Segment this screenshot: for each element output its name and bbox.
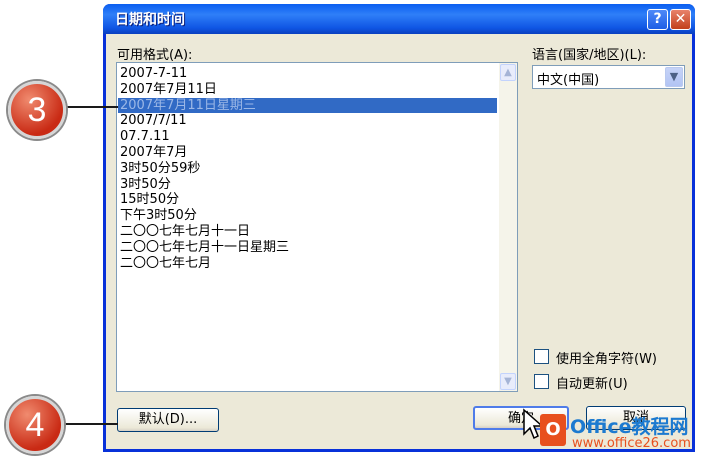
step-4-marker: 4 [6,396,64,454]
formats-listbox[interactable]: 2007-7-11 2007年7月11日 2007年7月11日星期三 2007/7/1… [116,62,518,392]
format-item[interactable]: 2007年7月11日 [118,82,497,98]
watermark-url: www.office26.com [572,436,691,451]
watermark-name: Office教程网 [570,416,689,438]
dialog-title: 日期和时间 [115,12,185,28]
format-item[interactable]: 3时50分59秒 [118,161,497,177]
format-item[interactable]: 2007-7-11 [118,66,497,82]
format-item[interactable]: 2007/7/11 [118,113,497,129]
help-button[interactable]: ? [647,9,668,30]
office-logo-icon: O [540,414,566,446]
formats-list: 2007-7-11 2007年7月11日 2007年7月11日星期三 2007/7/1… [118,66,497,271]
format-item[interactable]: 15时50分 [118,192,497,208]
formats-scrollbar[interactable]: ▲ ▼ [499,63,517,391]
language-label: 语言(国家/地区)(L): [532,48,647,63]
close-button[interactable]: ✕ [670,9,691,30]
chevron-down-icon[interactable]: ▼ [665,67,683,87]
default-button[interactable]: 默认(D)... [117,408,219,432]
formats-label: 可用格式(A): [117,48,193,63]
format-item[interactable]: 3时50分 [118,177,497,193]
format-item[interactable]: 2007年7月 [118,145,497,161]
scroll-down-icon[interactable]: ▼ [500,373,516,390]
autoupdate-checkbox-box[interactable] [534,374,549,389]
format-item[interactable]: 二〇〇七年七月 [118,256,497,272]
format-item[interactable]: 二〇〇七年七月十一日 [118,224,497,240]
language-value: 中文(中国) [537,73,600,88]
marker-3-pointer-line [66,106,118,108]
fullwidth-checkbox-label: 使用全角字符(W) [556,352,657,367]
format-item[interactable]: 二〇〇七年七月十一日星期三 [118,240,497,256]
format-item[interactable]: 2007年7月11日星期三 [118,97,497,114]
marker-4-pointer-line [64,423,118,425]
language-select[interactable]: 中文(中国) ▼ [532,65,685,89]
format-item[interactable]: 下午3时50分 [118,208,497,224]
autoupdate-checkbox-label: 自动更新(U) [556,377,628,392]
step-3-marker: 3 [8,81,66,139]
format-item[interactable]: 07.7.11 [118,129,497,145]
title-bar: 日期和时间 ? ✕ [103,4,695,34]
fullwidth-checkbox-box[interactable] [534,349,549,364]
watermark: O Office教程网 www.office26.com [540,408,700,454]
date-time-dialog: 日期和时间 ? ✕ 可用格式(A): 2007-7-11 2007年7月11日 20… [103,4,695,452]
scroll-up-icon[interactable]: ▲ [500,64,516,81]
